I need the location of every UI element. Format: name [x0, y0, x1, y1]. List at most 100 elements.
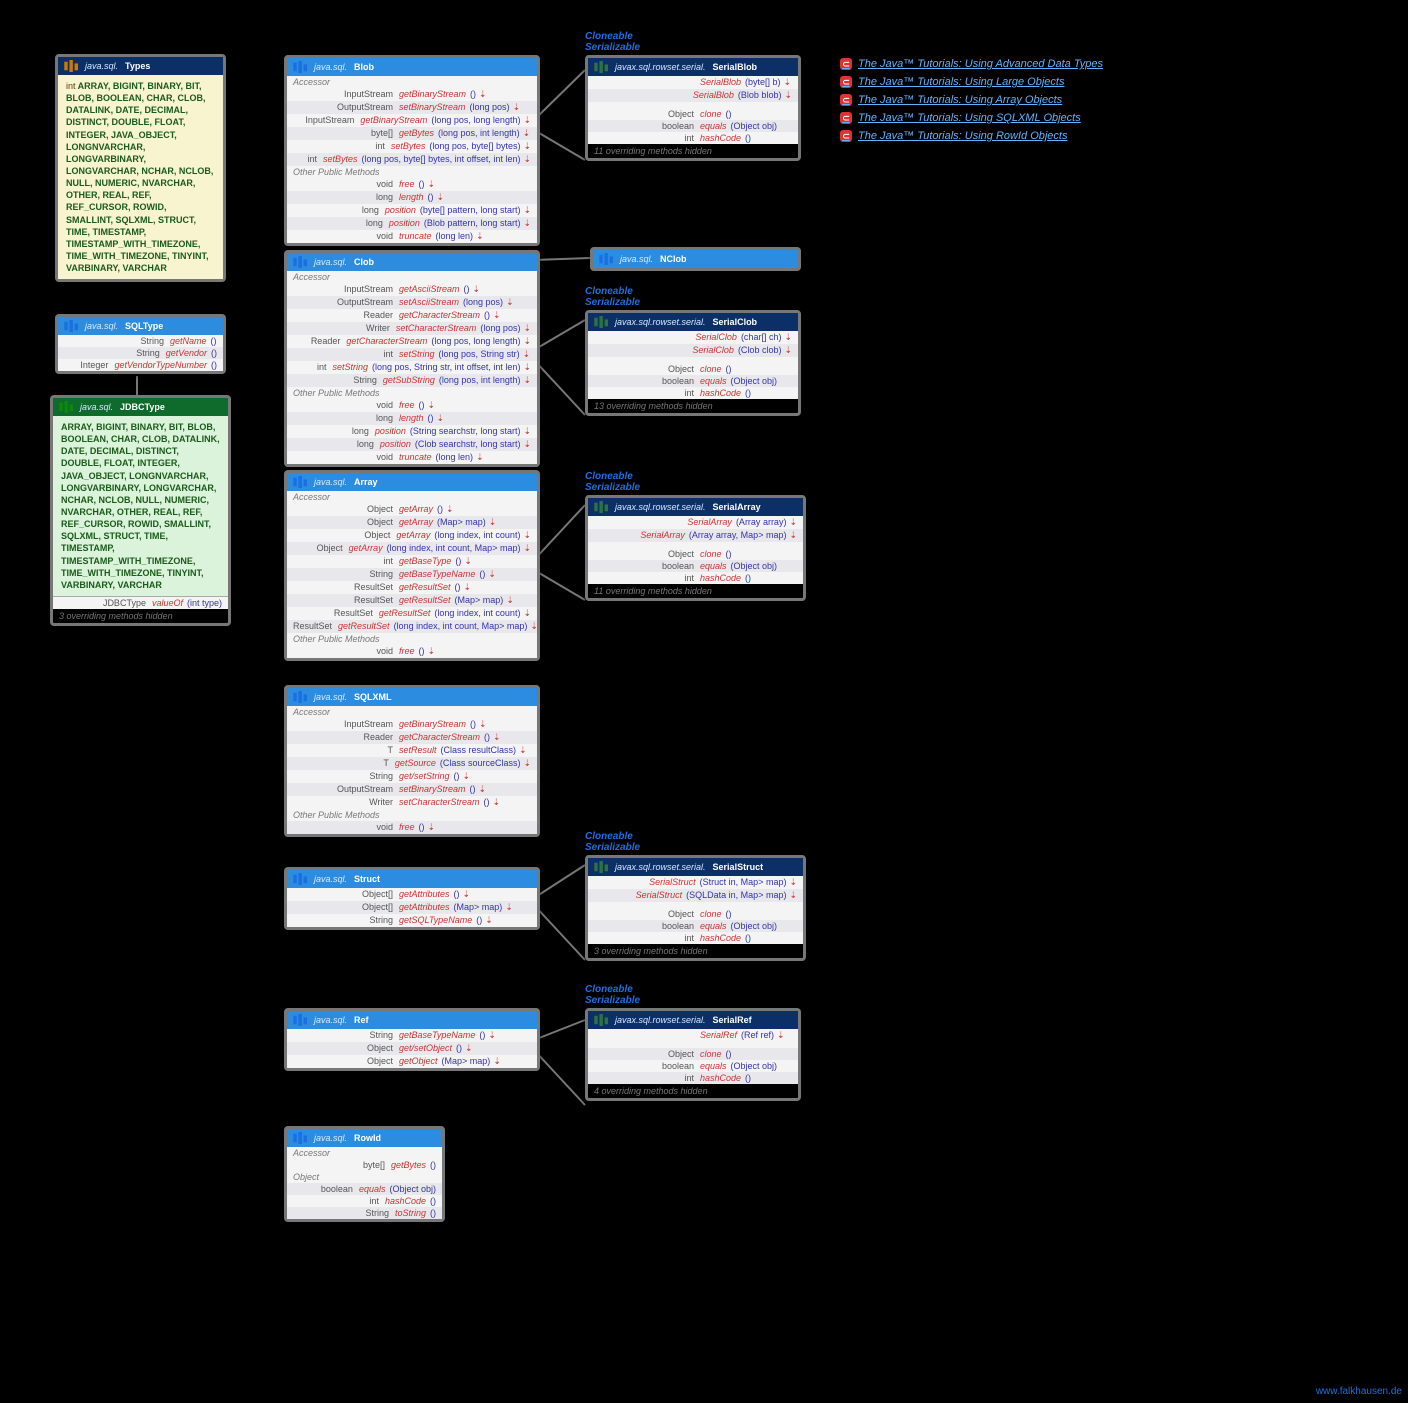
member-name: clone [700, 364, 722, 374]
return-type: String [64, 348, 166, 358]
member-name: equals [700, 121, 727, 131]
class-box-rowid: java.sql.RowIdAccessorbyte[]getBytes()Ob… [284, 1126, 445, 1222]
member-name: setBytes [391, 141, 426, 152]
member-name: valueOf [152, 598, 183, 608]
return-type: ResultSet [293, 582, 399, 593]
member-name: SerialStruct [636, 890, 683, 901]
return-type: ResultSet [293, 621, 338, 632]
return-type: Object [594, 1049, 700, 1059]
return-type: byte[] [293, 128, 399, 139]
hidden-methods: 3 overriding methods hidden [53, 609, 228, 623]
class-header: javax.sql.rowset.serial.SerialStruct [588, 858, 803, 876]
return-type: Object[] [293, 889, 399, 900]
member-params: (long index, int count, Map> map) [383, 543, 521, 554]
return-type [594, 345, 692, 356]
return-type: OutputStream [293, 297, 399, 308]
class-icon [293, 1132, 309, 1144]
member-name: getArray [396, 530, 430, 541]
return-type: Object [293, 530, 396, 541]
member-params: (Clob clob) [734, 345, 782, 356]
package: java.sql. [314, 692, 347, 702]
class-icon [599, 253, 615, 265]
member-params: (long index, int count) [430, 608, 520, 619]
member-row: ReadergetCharacterStream(long pos, long … [287, 335, 537, 348]
class-icon [59, 401, 75, 413]
return-type: Object [293, 517, 399, 528]
member-name: SerialClob [692, 345, 734, 356]
class-icon [594, 861, 610, 873]
member-name: getVendor [166, 348, 207, 358]
member-params: () [475, 1030, 485, 1041]
member-params: () [424, 413, 434, 424]
tutorial-link[interactable]: ⊂The Java™ Tutorials: Using Array Object… [840, 94, 1103, 106]
member-row: Objectclone() [588, 1048, 798, 1060]
member-row: intsetString(long pos, String str)⇣ [287, 348, 537, 361]
member-row: TgetSource(Class sourceClass)⇣ [287, 757, 537, 770]
return-type: String [293, 1030, 399, 1041]
oracle-icon: ⊂ [840, 94, 852, 106]
member-name: equals [359, 1184, 386, 1194]
connector-line [534, 570, 585, 600]
return-type: long [293, 439, 380, 450]
return-type: int [293, 154, 323, 165]
member-params: () [415, 822, 425, 833]
return-type: Object [594, 364, 700, 374]
member-params: (long index, int count, Map> map) [390, 621, 528, 632]
section-title: Other Public Methods [287, 633, 537, 645]
member-row: booleanequals(Object obj) [287, 1183, 442, 1195]
section-title: Object [287, 1171, 442, 1183]
member-name: position [389, 218, 420, 229]
member-name: setString [399, 349, 435, 360]
member-row: Objectclone() [588, 363, 798, 375]
member-row: byte[]getBytes() [287, 1159, 442, 1171]
member-params: () [480, 797, 490, 808]
member-name: clone [700, 109, 722, 119]
tutorial-link[interactable]: ⊂The Java™ Tutorials: Using Large Object… [840, 76, 1103, 88]
member-row: OutputStreamsetBinaryStream()⇣ [287, 783, 537, 796]
member-params: (long pos) [459, 297, 503, 308]
return-type: boolean [594, 921, 700, 931]
member-row: voidtruncate(long len)⇣ [287, 230, 537, 243]
return-type: Reader [293, 310, 399, 321]
tutorial-link[interactable]: ⊂The Java™ Tutorials: Using Advanced Dat… [840, 58, 1103, 70]
tutorial-link[interactable]: ⊂The Java™ Tutorials: Using SQLXML Objec… [840, 112, 1103, 124]
class-box-struct: java.sql.StructObject[]getAttributes()⇣O… [284, 867, 540, 930]
member-name: getVendorTypeNumber [114, 360, 207, 370]
member-row: ObjectgetArray()⇣ [287, 503, 537, 516]
member-name: SerialBlob [700, 77, 741, 88]
connector-line [534, 258, 590, 260]
class-name: RowId [354, 1133, 381, 1143]
return-type: byte[] [293, 1160, 391, 1170]
member-params: (long len) [432, 452, 474, 463]
return-type [594, 1030, 700, 1041]
member-name: getSQLTypeName [399, 915, 472, 926]
return-type: long [293, 426, 375, 437]
tutorial-link[interactable]: ⊂The Java™ Tutorials: Using RowId Object… [840, 130, 1103, 142]
member-name: free [399, 646, 415, 657]
member-row: longposition(String searchstr, long star… [287, 425, 537, 438]
return-type: boolean [594, 376, 700, 386]
member-row: StringgetVendor() [58, 347, 223, 359]
member-name: hashCode [700, 133, 741, 143]
member-row: intsetBytes(long pos, byte[] bytes)⇣ [287, 140, 537, 153]
member-params: () [466, 719, 476, 730]
member-row: longposition(Clob searchstr, long start)… [287, 438, 537, 451]
member-row: voidfree()⇣ [287, 178, 537, 191]
member-params: () [451, 582, 461, 593]
section-title: Accessor [287, 1147, 442, 1159]
member-params: (long index, int count) [430, 530, 520, 541]
class-box-serialblob: javax.sql.rowset.serial.SerialBlobSerial… [585, 55, 801, 161]
member-row: ReadergetCharacterStream()⇣ [287, 309, 537, 322]
return-type: void [293, 646, 399, 657]
member-row: InputStreamgetBinaryStream()⇣ [287, 88, 537, 101]
connector-line [534, 360, 585, 415]
member-row: inthashCode() [588, 932, 803, 944]
member-name: setCharacterStream [396, 323, 477, 334]
return-type: int [594, 133, 700, 143]
member-name: position [380, 439, 411, 450]
package: java.sql. [314, 257, 347, 267]
member-params: () [207, 360, 217, 370]
hidden-methods: 4 overriding methods hidden [588, 1084, 798, 1098]
return-type: void [293, 179, 399, 190]
member-row: inthashCode() [588, 132, 798, 144]
